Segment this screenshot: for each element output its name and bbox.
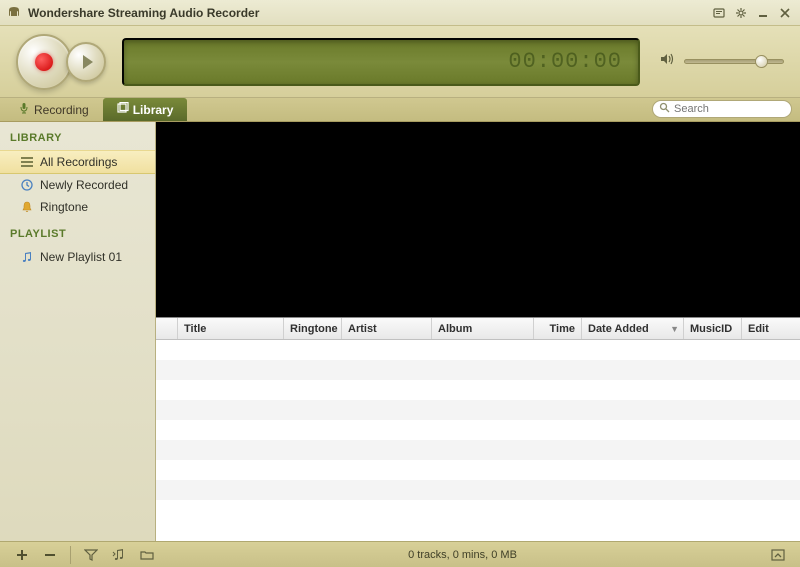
minimize-button[interactable] [754, 5, 772, 21]
sort-desc-icon: ▼ [670, 324, 679, 334]
transfer-button[interactable] [105, 545, 133, 565]
search-input[interactable] [674, 103, 785, 115]
table-header: Title Ringtone Artist Album Time Date Ad… [156, 318, 800, 340]
table-row[interactable] [156, 360, 800, 380]
column-edit[interactable]: Edit [742, 318, 800, 339]
help-button[interactable] [710, 5, 728, 21]
control-panel: 00:00:00 [0, 26, 800, 98]
time-value: 00:00:00 [508, 49, 622, 74]
open-folder-button[interactable] [133, 545, 161, 565]
preview-area [156, 122, 800, 318]
table-row[interactable] [156, 500, 800, 520]
column-artist[interactable]: Artist [342, 318, 432, 339]
column-title[interactable]: Title [178, 318, 284, 339]
settings-button[interactable] [732, 5, 750, 21]
time-display: 00:00:00 [122, 38, 640, 86]
volume-control [660, 52, 784, 71]
play-icon [83, 55, 93, 69]
sidebar-item-label: New Playlist 01 [40, 250, 122, 264]
filter-button[interactable] [77, 545, 105, 565]
play-button[interactable] [66, 42, 106, 82]
sidebar-heading-playlist: PLAYLIST [0, 218, 155, 246]
titlebar: Wondershare Streaming Audio Recorder [0, 0, 800, 26]
sidebar-item-label: All Recordings [40, 155, 117, 169]
sidebar: LIBRARY All Recordings Newly Recorded Ri… [0, 122, 156, 541]
table-row[interactable] [156, 460, 800, 480]
add-button[interactable] [8, 545, 36, 565]
column-musicid[interactable]: MusicID [684, 318, 742, 339]
record-icon [35, 53, 53, 71]
sidebar-item-all-recordings[interactable]: All Recordings [0, 150, 155, 174]
column-checkbox[interactable] [156, 318, 178, 339]
table-body [156, 340, 800, 541]
status-summary: 0 tracks, 0 mins, 0 MB [161, 549, 764, 561]
app-icon [6, 5, 22, 21]
tab-recording[interactable]: Recording [4, 98, 103, 121]
tab-library[interactable]: Library [103, 98, 188, 121]
sidebar-item-label: Ringtone [40, 200, 88, 214]
remove-button[interactable] [36, 545, 64, 565]
toggle-panel-button[interactable] [764, 545, 792, 565]
table-row[interactable] [156, 400, 800, 420]
record-button[interactable] [16, 34, 72, 90]
music-note-icon [20, 250, 34, 264]
column-album[interactable]: Album [432, 318, 534, 339]
clock-icon [20, 178, 34, 192]
volume-thumb[interactable] [755, 55, 768, 68]
search-box[interactable] [652, 100, 792, 118]
sidebar-item-newly-recorded[interactable]: Newly Recorded [0, 174, 155, 196]
table-row[interactable] [156, 420, 800, 440]
tab-recording-label: Recording [34, 103, 89, 117]
sidebar-heading-library: LIBRARY [0, 122, 155, 150]
microphone-icon [18, 102, 30, 117]
column-ringtone[interactable]: Ringtone [284, 318, 342, 339]
table-row[interactable] [156, 440, 800, 460]
tab-row: Recording Library [0, 98, 800, 122]
statusbar: 0 tracks, 0 mins, 0 MB [0, 541, 800, 567]
main-body: LIBRARY All Recordings Newly Recorded Ri… [0, 122, 800, 541]
column-date-added[interactable]: Date Added▼ [582, 318, 684, 339]
volume-slider[interactable] [684, 59, 784, 64]
search-icon [659, 100, 670, 118]
column-time[interactable]: Time [534, 318, 582, 339]
sidebar-item-playlist[interactable]: New Playlist 01 [0, 246, 155, 268]
sidebar-item-ringtone[interactable]: Ringtone [0, 196, 155, 218]
tab-library-label: Library [133, 103, 174, 117]
bell-icon [20, 200, 34, 214]
table-row[interactable] [156, 340, 800, 360]
sidebar-item-label: Newly Recorded [40, 178, 128, 192]
library-icon [117, 102, 129, 117]
close-button[interactable] [776, 5, 794, 21]
content-area: Title Ringtone Artist Album Time Date Ad… [156, 122, 800, 541]
table-row[interactable] [156, 380, 800, 400]
window-title: Wondershare Streaming Audio Recorder [28, 6, 710, 20]
speaker-icon [660, 52, 676, 71]
list-icon [20, 155, 34, 169]
table-row[interactable] [156, 480, 800, 500]
